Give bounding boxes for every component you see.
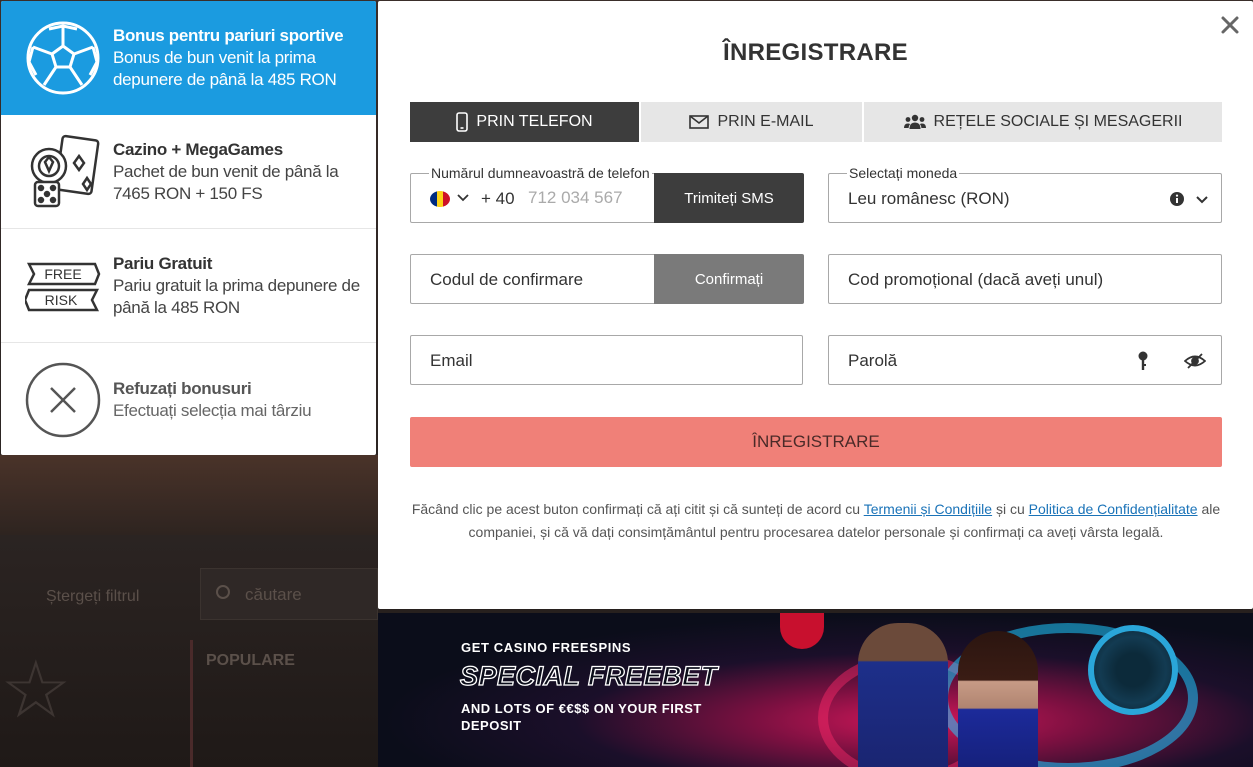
email-field[interactable]: Email — [410, 335, 803, 385]
roulette-wheel-icon — [1088, 625, 1178, 715]
eye-slash-icon[interactable] — [1184, 352, 1206, 370]
clear-filter-link: Ștergeți filtrul — [46, 588, 140, 605]
register-button[interactable]: ÎNREGISTRARE — [410, 417, 1222, 467]
bonus-title: Cazino + MegaGames — [113, 139, 283, 159]
bonus-option-sports[interactable]: Bonus pentru pariuri sportive Bonus de b… — [1, 1, 376, 115]
tab-label: REȚELE SOCIALE ȘI MESAGERII — [933, 113, 1183, 130]
bonus-option-casino[interactable]: Cazino + MegaGames Pachet de bun venit d… — [1, 115, 376, 229]
envelope-icon — [689, 115, 710, 129]
modal-title: ÎNREGISTRARE — [723, 39, 908, 66]
banner-headline: SPECIAL FREEBET — [459, 660, 718, 691]
bonus-option-freebet[interactable]: FREE RISK Pariu Gratuit Pariu gratuit la… — [1, 229, 376, 343]
bonus-description: Pariu gratuit la prima depunere de până … — [113, 275, 360, 317]
banner-player-image — [858, 623, 948, 767]
bonus-title: Pariu Gratuit — [113, 253, 213, 273]
tab-social[interactable]: REȚELE SOCIALE ȘI MESAGERII — [864, 102, 1222, 142]
tab-phone[interactable]: PRIN TELEFON — [410, 102, 639, 142]
tab-label: PRIN E-MAIL — [717, 113, 814, 130]
banner-line-3: AND LOTS OF €€$$ ON YOUR FIRST DEPOSIT — [461, 701, 702, 733]
bonus-description: Efectuați selecția mai târziu — [113, 400, 312, 420]
banner-line-1: GET CASINO FREESPINS — [461, 640, 632, 655]
phone-field-label: Numărul dumneavoastră de telefon — [429, 165, 652, 181]
promo-code-placeholder: Cod promoțional (dacă aveți unul) — [848, 270, 1104, 289]
currency-select[interactable]: Selectați moneda Leu românesc (RON) — [828, 165, 1222, 223]
bonus-description: Pachet de bun venit de până la 7465 RON … — [113, 161, 339, 203]
info-icon[interactable] — [1169, 191, 1185, 207]
romania-flag-icon[interactable] — [430, 191, 450, 207]
close-circle-icon — [25, 362, 101, 438]
email-placeholder: Email — [430, 351, 473, 370]
password-field[interactable]: Parolă — [828, 335, 1222, 385]
privacy-policy-link[interactable]: Politica de Confidențialitate — [1029, 501, 1198, 517]
background-section-label: POPULARE — [206, 652, 295, 669]
tab-email[interactable]: PRIN E-MAIL — [641, 102, 862, 142]
terms-text: Făcând clic pe acest buton confirmați că… — [410, 498, 1222, 543]
close-button[interactable] — [1216, 11, 1244, 39]
chevron-down-icon — [1196, 196, 1208, 204]
confirmation-code-field[interactable]: Codul de confirmare Confirmați — [410, 254, 804, 304]
close-icon — [1221, 16, 1239, 34]
terms-text-part: Făcând clic pe acest buton confirmați că… — [411, 501, 864, 517]
country-prefix: + 40 — [481, 189, 515, 208]
free-risk-icon: FREE RISK — [25, 248, 101, 324]
terms-link[interactable]: Termenii și Condițiile — [864, 501, 992, 517]
promo-code-field[interactable]: Cod promoțional (dacă aveți unul) — [828, 254, 1222, 304]
users-icon — [903, 114, 926, 129]
currency-field-label: Selectați moneda — [847, 165, 960, 181]
phone-input[interactable] — [528, 188, 654, 208]
soccer-ball-icon — [780, 613, 824, 649]
bonus-title: Refuzați bonusuri — [113, 378, 252, 398]
free-label: FREE — [44, 266, 81, 282]
registration-modal: ÎNREGISTRARE PRIN TELEFON PRIN E-MAIL RE… — [378, 1, 1253, 609]
password-placeholder: Parolă — [848, 351, 898, 370]
phone-icon — [456, 112, 469, 132]
currency-value: Leu românesc (RON) — [848, 189, 1010, 208]
background-strip — [0, 455, 378, 535]
risk-label: RISK — [45, 292, 78, 308]
banner-woman-image — [958, 631, 1038, 767]
bonus-description: Bonus de bun venit la prima depunere de … — [113, 48, 337, 89]
chevron-down-icon[interactable] — [456, 190, 470, 204]
confirmation-code-placeholder: Codul de confirmare — [430, 270, 584, 289]
bonus-title: Bonus pentru pariuri sportive — [113, 26, 344, 45]
key-icon[interactable] — [1137, 351, 1149, 371]
confirm-button[interactable]: Confirmați — [654, 254, 804, 304]
phone-field: Numărul dumneavoastră de telefon + 40 Tr… — [410, 165, 804, 223]
registration-tabs: PRIN TELEFON PRIN E-MAIL REȚELE SOCIALE … — [410, 102, 1222, 142]
send-sms-button[interactable]: Trimiteți SMS — [654, 173, 804, 223]
background-search-placeholder: căutare — [245, 585, 302, 604]
soccer-ball-icon — [25, 20, 101, 96]
bonus-option-refuse[interactable]: Refuzați bonusuri Efectuați selecția mai… — [1, 343, 376, 455]
bonus-panel: Bonus pentru pariuri sportive Bonus de b… — [1, 1, 376, 455]
star-icon: ☆ — [0, 645, 72, 734]
search-icon — [216, 585, 230, 599]
casino-chips-dice-icon — [25, 134, 101, 210]
terms-text-part: și cu — [992, 501, 1029, 517]
promo-banner[interactable]: GET CASINO FREESPINS SPECIAL FREEBET AND… — [378, 613, 1253, 767]
tab-label: PRIN TELEFON — [476, 113, 593, 130]
background-divider — [190, 640, 193, 767]
